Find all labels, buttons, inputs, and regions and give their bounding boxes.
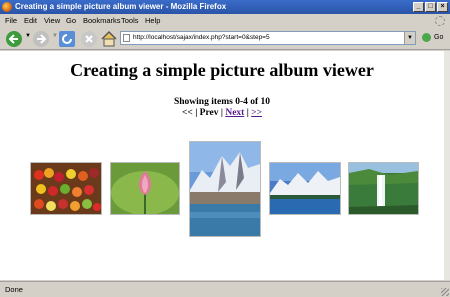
address-bar[interactable]: http://localhost/sajax/index.php?start=0…	[120, 31, 416, 45]
close-button[interactable]: ×	[437, 2, 448, 12]
pager-first: <<	[181, 108, 193, 118]
navigation-toolbar: ▼ ▼ http://localhost/sajax/index.php?sta…	[0, 28, 450, 50]
go-button[interactable]: Go	[434, 31, 443, 45]
window-title: Creating a simple picture album viewer -…	[15, 2, 227, 11]
thumbnail-fruit-market[interactable]	[30, 162, 102, 215]
menu-bar: File Edit View Go Bookmarks Tools Help	[0, 14, 450, 28]
fruit-market-image	[31, 163, 101, 214]
maximize-button[interactable]: □	[425, 2, 436, 12]
menu-edit[interactable]: Edit	[24, 14, 37, 28]
address-input[interactable]: http://localhost/sajax/index.php?start=0…	[133, 32, 270, 44]
minimize-button[interactable]: _	[413, 2, 424, 12]
page-content: Creating a simple picture album viewer S…	[0, 51, 444, 280]
reload-icon[interactable]	[58, 30, 76, 48]
stop-icon[interactable]	[80, 30, 98, 48]
thumbnail-mountain-lake[interactable]	[189, 141, 261, 237]
vertical-scrollbar[interactable]	[444, 51, 450, 280]
status-text: Done	[5, 285, 23, 294]
thumbnail-mountain-panorama[interactable]	[269, 162, 341, 215]
lotus-image	[111, 163, 179, 214]
firefox-icon	[2, 2, 12, 12]
menu-help[interactable]: Help	[145, 14, 160, 28]
forward-icon[interactable]	[32, 30, 52, 48]
page-title: Creating a simple picture album viewer	[70, 60, 374, 80]
menu-view[interactable]: View	[44, 14, 60, 28]
home-icon[interactable]	[100, 30, 118, 48]
mountain-lake-image	[190, 142, 260, 236]
item-count-text: Showing items 0-4 of 10	[173, 97, 271, 107]
thumbnail-lotus[interactable]	[110, 162, 180, 215]
menu-go[interactable]: Go	[66, 14, 76, 28]
resize-grip-icon[interactable]	[441, 288, 449, 296]
back-icon[interactable]	[5, 30, 25, 48]
page-icon	[123, 34, 130, 42]
throbber-icon	[435, 16, 445, 26]
mountain-panorama-image	[270, 163, 340, 214]
pager-next-link[interactable]: Next	[225, 108, 244, 118]
pager-prev: Prev	[199, 108, 219, 118]
back-dropdown-icon[interactable]: ▼	[25, 33, 31, 39]
status-bar: Done	[0, 281, 450, 297]
go-icon[interactable]	[422, 33, 431, 42]
pager-last-link[interactable]: >>	[251, 108, 262, 118]
pager-separator: |	[220, 108, 223, 118]
menu-file[interactable]: File	[5, 14, 17, 28]
menu-bookmarks[interactable]: Bookmarks	[83, 14, 121, 28]
pager-separator: |	[195, 108, 198, 118]
menu-tools[interactable]: Tools	[121, 14, 139, 28]
waterfall-image	[349, 163, 418, 214]
title-bar: Creating a simple picture album viewer -…	[0, 0, 450, 14]
pager-separator: |	[246, 108, 249, 118]
pager: << | Prev | Next | >>	[0, 108, 444, 118]
address-dropdown-icon[interactable]: ▼	[404, 32, 415, 44]
thumbnail-waterfall[interactable]	[348, 162, 419, 215]
